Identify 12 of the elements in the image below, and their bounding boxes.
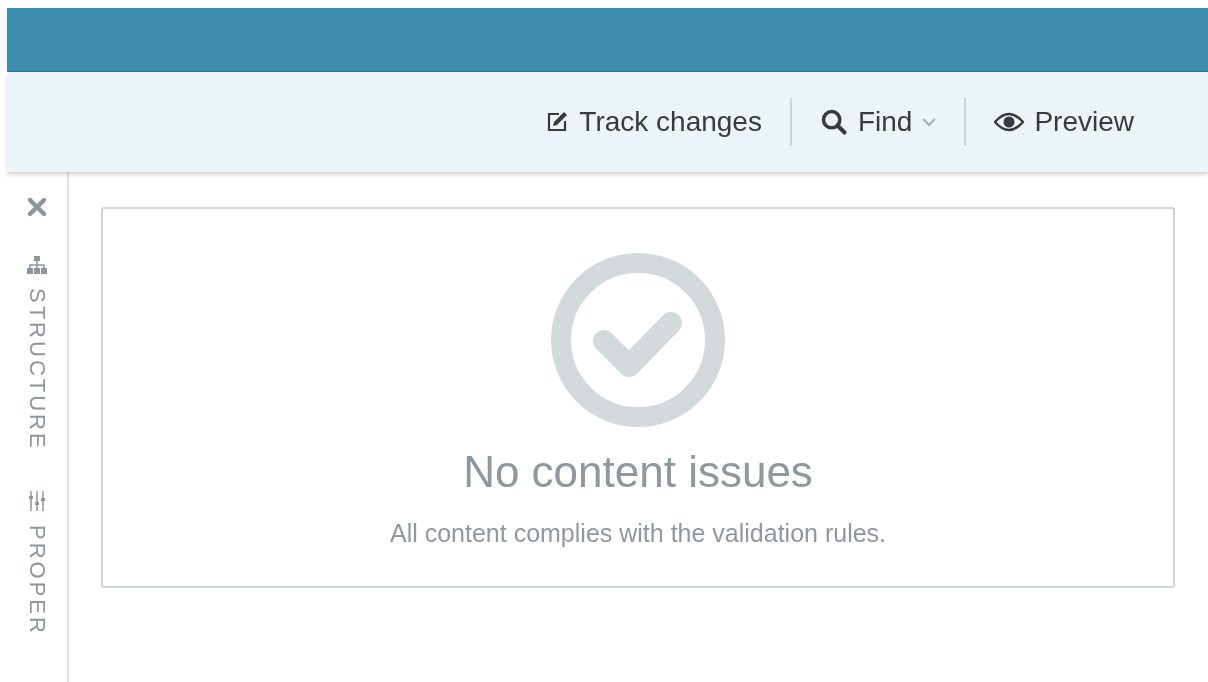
close-icon[interactable]: [28, 198, 46, 216]
preview-button[interactable]: Preview: [966, 106, 1162, 138]
edit-icon: [545, 110, 570, 134]
sliders-icon: [28, 490, 46, 511]
status-message: All content complies with the validation rules.: [389, 519, 887, 548]
status-title: No content issues: [463, 447, 813, 497]
search-icon: [819, 108, 848, 136]
hierarchy-icon: [27, 256, 47, 274]
track-changes-button[interactable]: Track changes: [517, 106, 790, 138]
find-button[interactable]: Find: [791, 106, 965, 138]
eye-icon: [994, 112, 1025, 132]
check-circle-icon: [551, 253, 725, 427]
